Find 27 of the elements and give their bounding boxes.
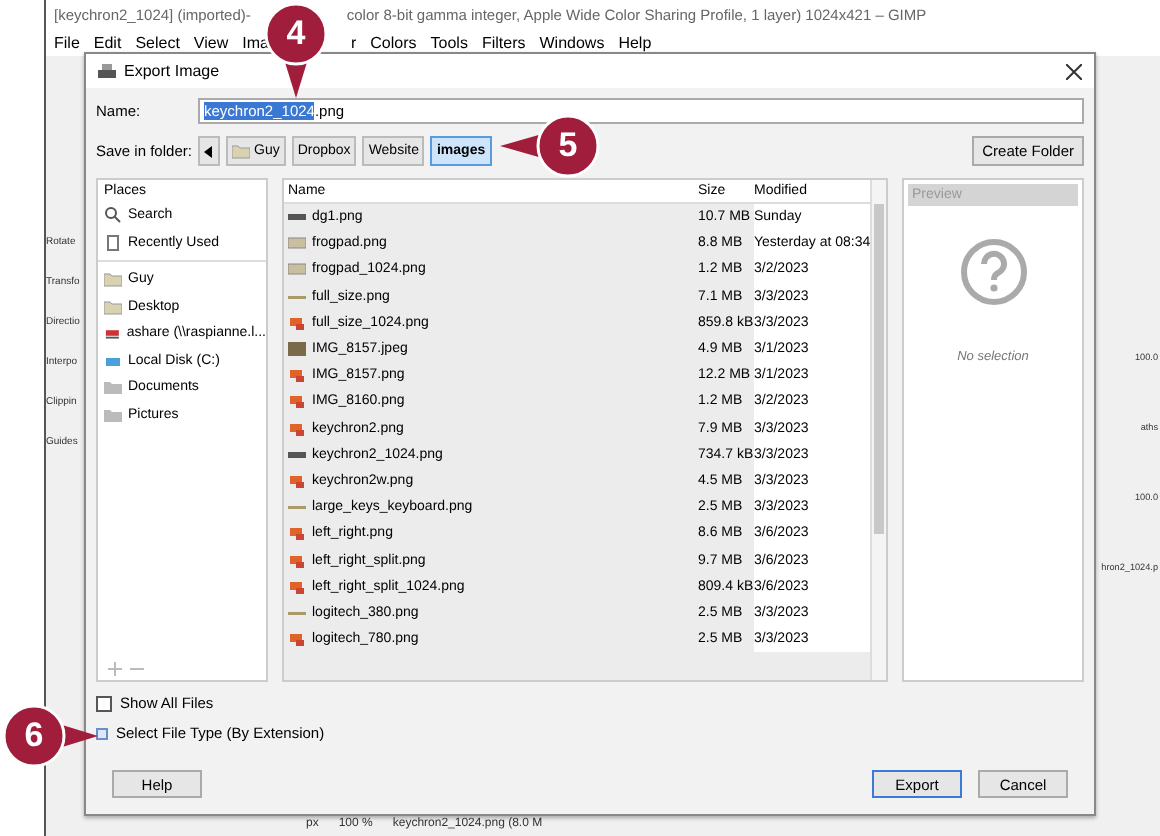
question-mark-icon [959,238,1027,306]
dialog-title: Export Image [124,62,220,80]
menu-item[interactable]: View [193,33,229,51]
folder-icon [232,142,250,160]
document-icon [104,233,122,252]
step-callout: 5 [500,114,600,178]
menu-item[interactable]: Filters [481,33,526,51]
expander-icon[interactable] [96,727,108,739]
menu-item[interactable]: Windows [539,33,605,51]
step-callout: 6 [2,704,102,768]
menu-item[interactable]: Colors [370,33,417,51]
search-icon [104,206,122,225]
menu-item[interactable]: r [350,33,357,51]
back-button[interactable] [198,136,220,166]
menu-item[interactable]: Tools [430,33,468,51]
left-arrow-icon [204,145,214,157]
menu-item[interactable]: File [54,33,80,51]
menu-item[interactable]: Select [135,33,180,51]
checkbox[interactable] [96,695,112,711]
menu-item[interactable]: Edit [93,33,122,51]
printer-icon [98,63,116,79]
close-icon[interactable] [1066,63,1082,79]
remove-icon[interactable] [130,662,144,676]
add-icon[interactable] [108,662,122,676]
scrollbar[interactable] [870,180,886,680]
network-drive-icon [104,324,121,343]
menu-item[interactable]: Help [618,33,652,51]
